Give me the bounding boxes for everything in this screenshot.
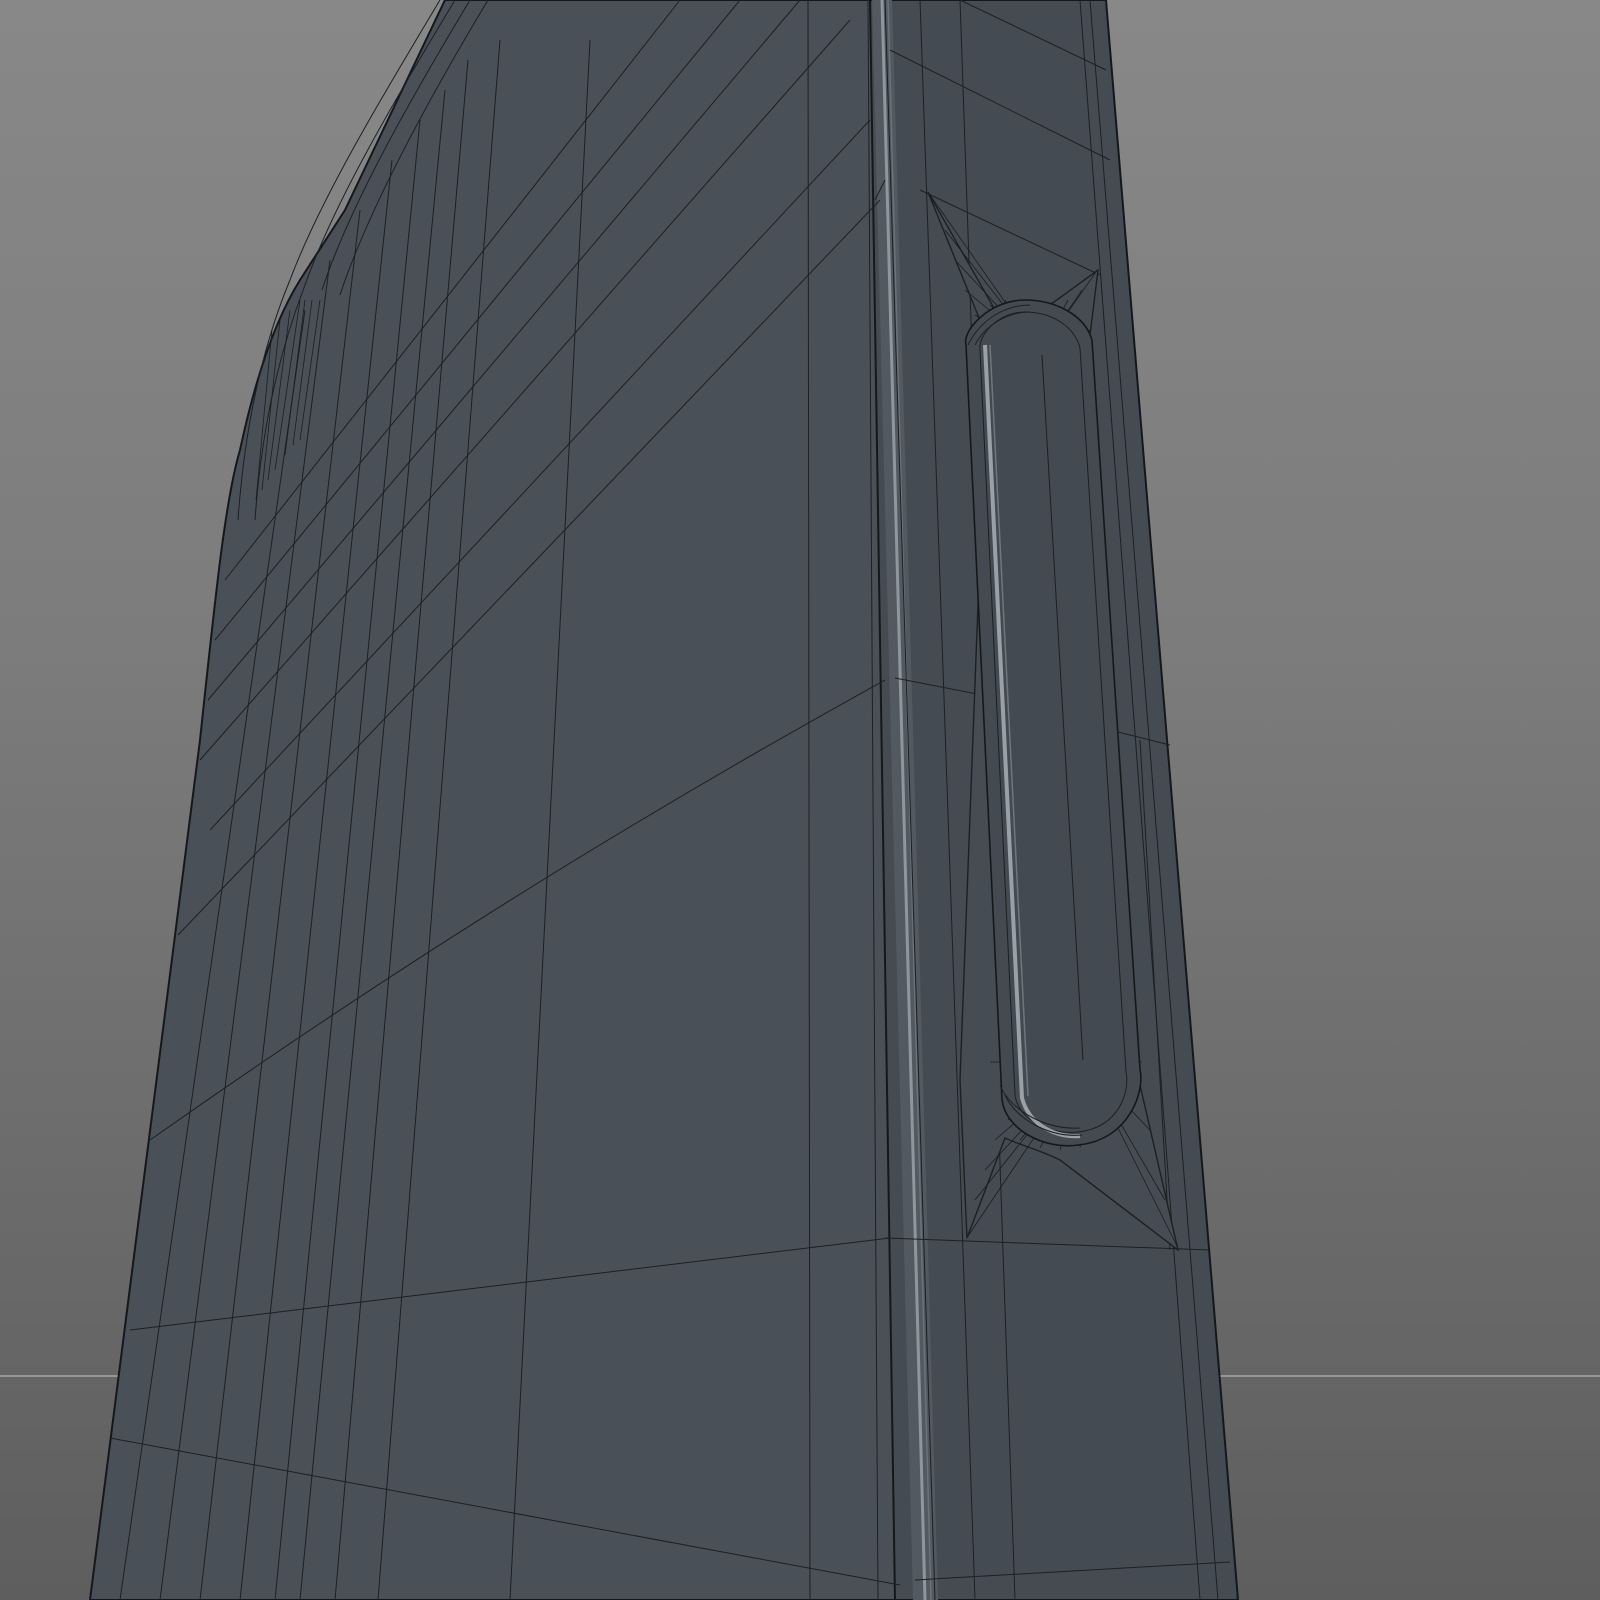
model-front-face (88, 0, 902, 1600)
3d-viewport[interactable] (0, 0, 1600, 1600)
scene-render (0, 0, 1600, 1600)
